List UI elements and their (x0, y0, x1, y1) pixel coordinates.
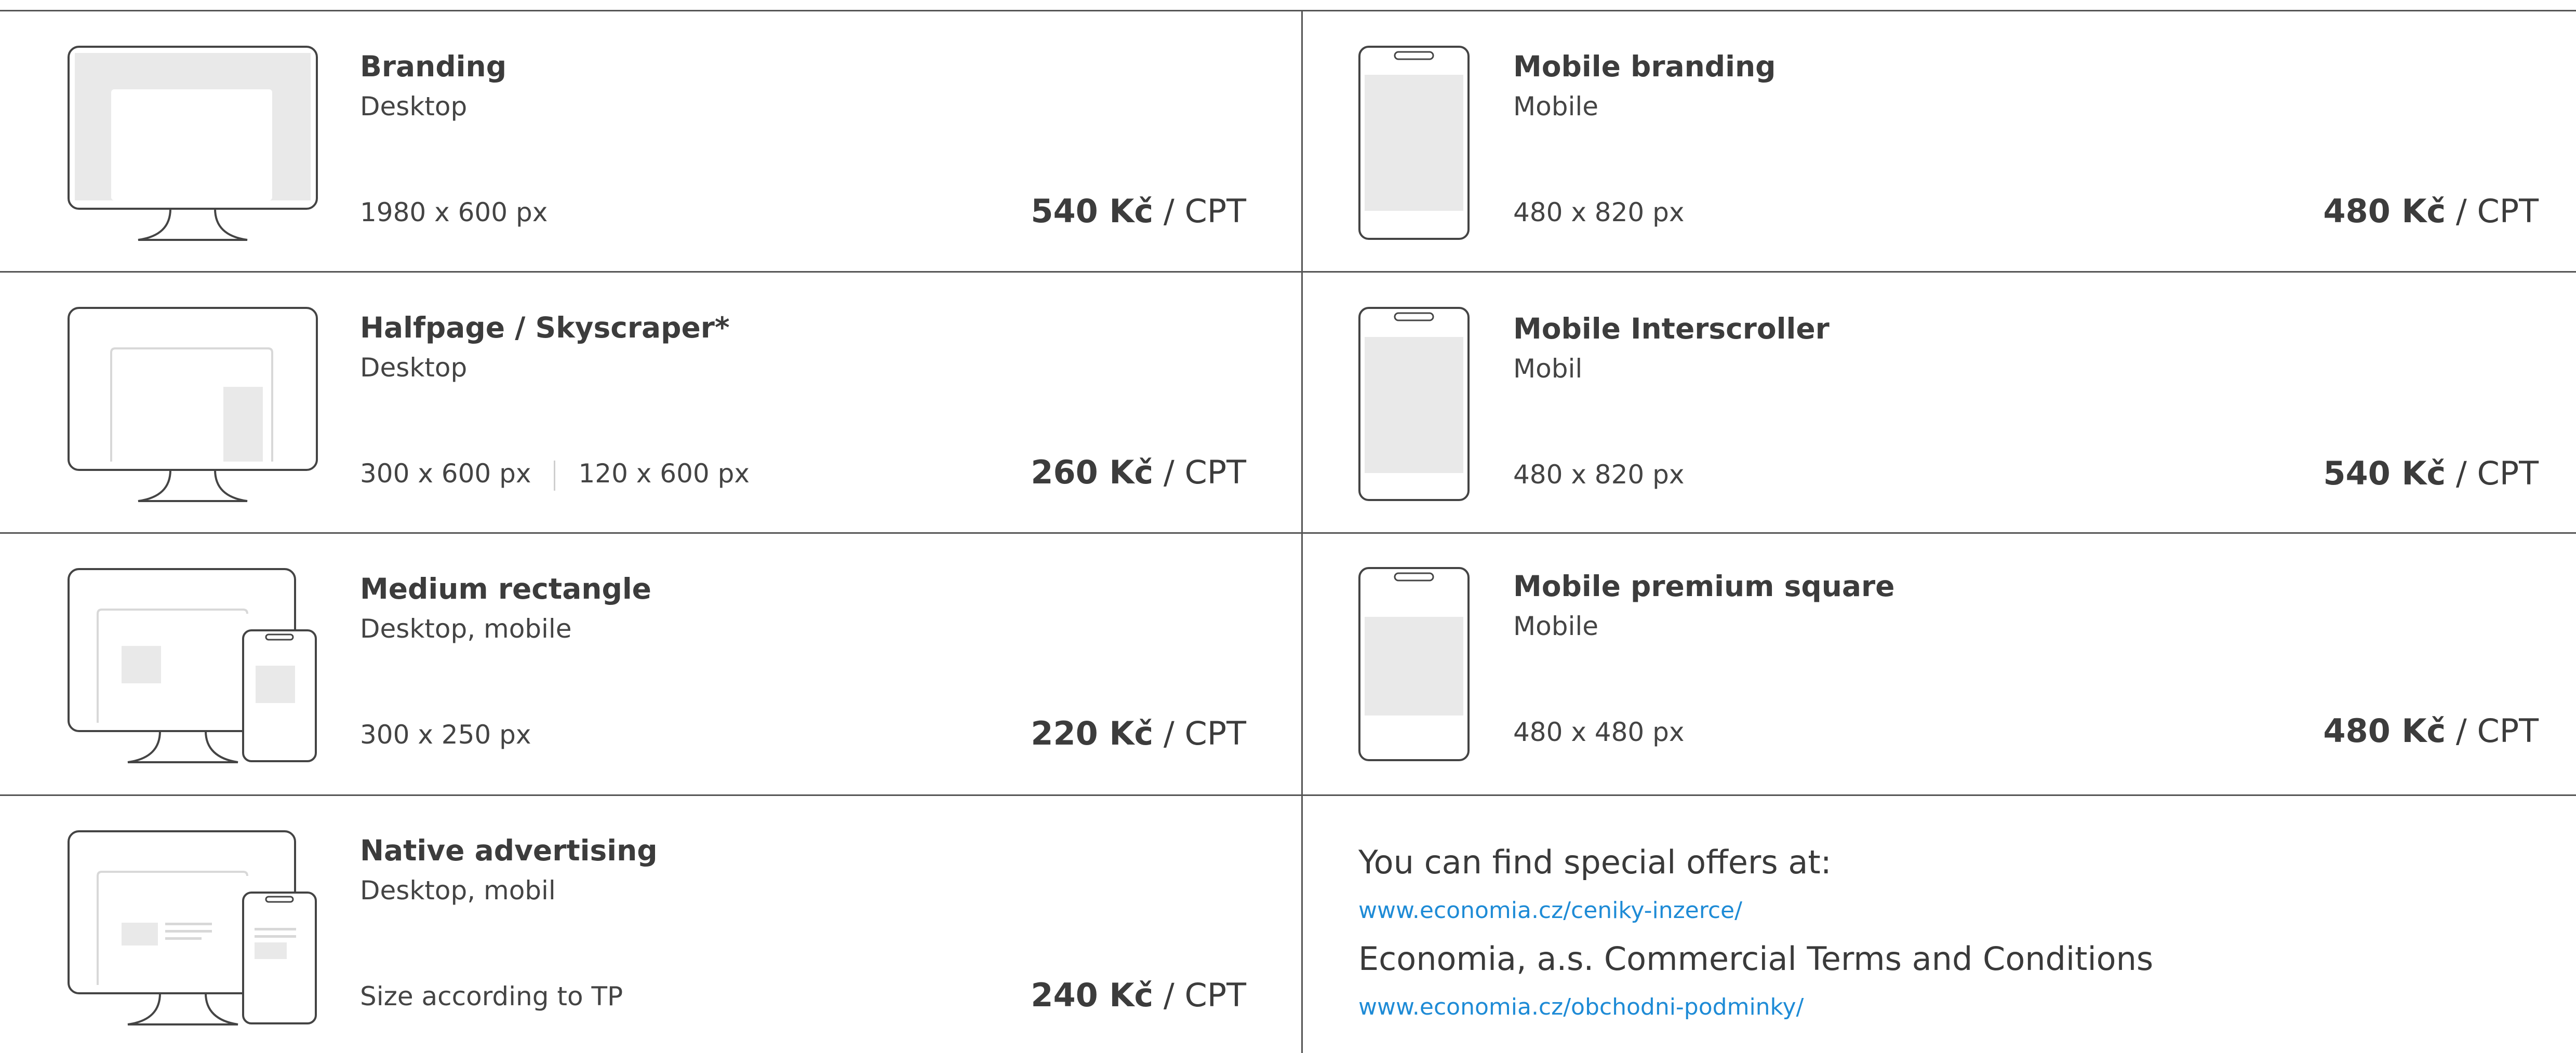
item-size: 480 x 820 px (1513, 460, 1685, 490)
item-title: Mobile branding (1513, 50, 1776, 83)
size-separator (554, 460, 556, 491)
item-subtitle: Desktop (360, 353, 468, 383)
price-amount: 240 Kč (1031, 976, 1154, 1014)
item-price: 540 Kč / CPT (2323, 454, 2539, 492)
size-secondary: 120 x 600 px (578, 458, 750, 489)
desktop-branding-icon (68, 46, 318, 241)
item-price: 240 Kč / CPT (1031, 976, 1246, 1014)
item-price: 480 Kč / CPT (2323, 712, 2539, 750)
item-subtitle: Desktop, mobile (360, 614, 572, 644)
item-subtitle: Mobil (1513, 354, 1583, 384)
price-unit: / CPT (1153, 976, 1246, 1014)
offers-heading: You can find special offers at: (1358, 843, 1832, 881)
price-amount: 220 Kč (1031, 714, 1154, 752)
desktop-mobile-rectangle-icon (68, 568, 317, 763)
price-list-link[interactable]: www.economia.cz/ceniky-inzerce/ (1358, 897, 1742, 924)
ad-price-grid: Branding Desktop 1980 x 600 px 540 Kč / … (0, 0, 2576, 1053)
price-unit: / CPT (1153, 192, 1246, 230)
mobile-interscroller-icon (1358, 307, 1470, 501)
item-title: Medium rectangle (360, 572, 651, 605)
item-size: 480 x 820 px (1513, 197, 1685, 227)
item-subtitle: Desktop, mobil (360, 875, 556, 906)
desktop-mobile-native-icon (68, 830, 317, 1025)
item-size: 300 x 250 px (360, 720, 531, 750)
item-title: Mobile premium square (1513, 570, 1895, 603)
row-divider (0, 271, 2576, 273)
item-subtitle: Mobile (1513, 91, 1599, 122)
size-primary: 300 x 600 px (360, 458, 531, 489)
price-unit: / CPT (2446, 192, 2539, 230)
row-divider (0, 794, 2576, 796)
terms-link[interactable]: www.economia.cz/obchodni-podminky/ (1358, 994, 1804, 1020)
price-amount: 480 Kč (2323, 192, 2446, 230)
mobile-square-icon (1358, 567, 1470, 761)
item-price: 220 Kč / CPT (1031, 714, 1246, 752)
price-unit: / CPT (2446, 454, 2539, 492)
price-unit: / CPT (1153, 453, 1246, 491)
desktop-halfpage-icon (68, 307, 318, 502)
item-size: 1980 x 600 px (360, 197, 548, 227)
price-amount: 540 Kč (2323, 454, 2446, 492)
mobile-branding-icon (1358, 46, 1470, 240)
item-size: Size according to TP (360, 981, 623, 1011)
row-divider (0, 10, 2576, 11)
terms-heading: Economia, a.s. Commercial Terms and Cond… (1358, 940, 2154, 978)
price-amount: 480 Kč (2323, 712, 2446, 750)
item-size: 480 x 480 px (1513, 717, 1685, 747)
item-subtitle: Desktop (360, 91, 468, 122)
item-size: 300 x 600 px 120 x 600 px (360, 458, 750, 491)
item-subtitle: Mobile (1513, 611, 1599, 641)
item-title: Branding (360, 50, 507, 83)
item-price: 480 Kč / CPT (2323, 192, 2539, 230)
item-price: 540 Kč / CPT (1031, 192, 1246, 230)
price-unit: / CPT (2446, 712, 2539, 750)
price-amount: 260 Kč (1031, 453, 1154, 491)
price-amount: 540 Kč (1031, 192, 1154, 230)
item-price: 260 Kč / CPT (1031, 453, 1246, 491)
item-title: Mobile Interscroller (1513, 312, 1830, 345)
price-unit: / CPT (1153, 714, 1246, 752)
row-divider (0, 532, 2576, 534)
item-title: Halfpage / Skyscraper* (360, 311, 730, 344)
column-divider (1301, 10, 1303, 1053)
item-title: Native advertising (360, 834, 658, 867)
